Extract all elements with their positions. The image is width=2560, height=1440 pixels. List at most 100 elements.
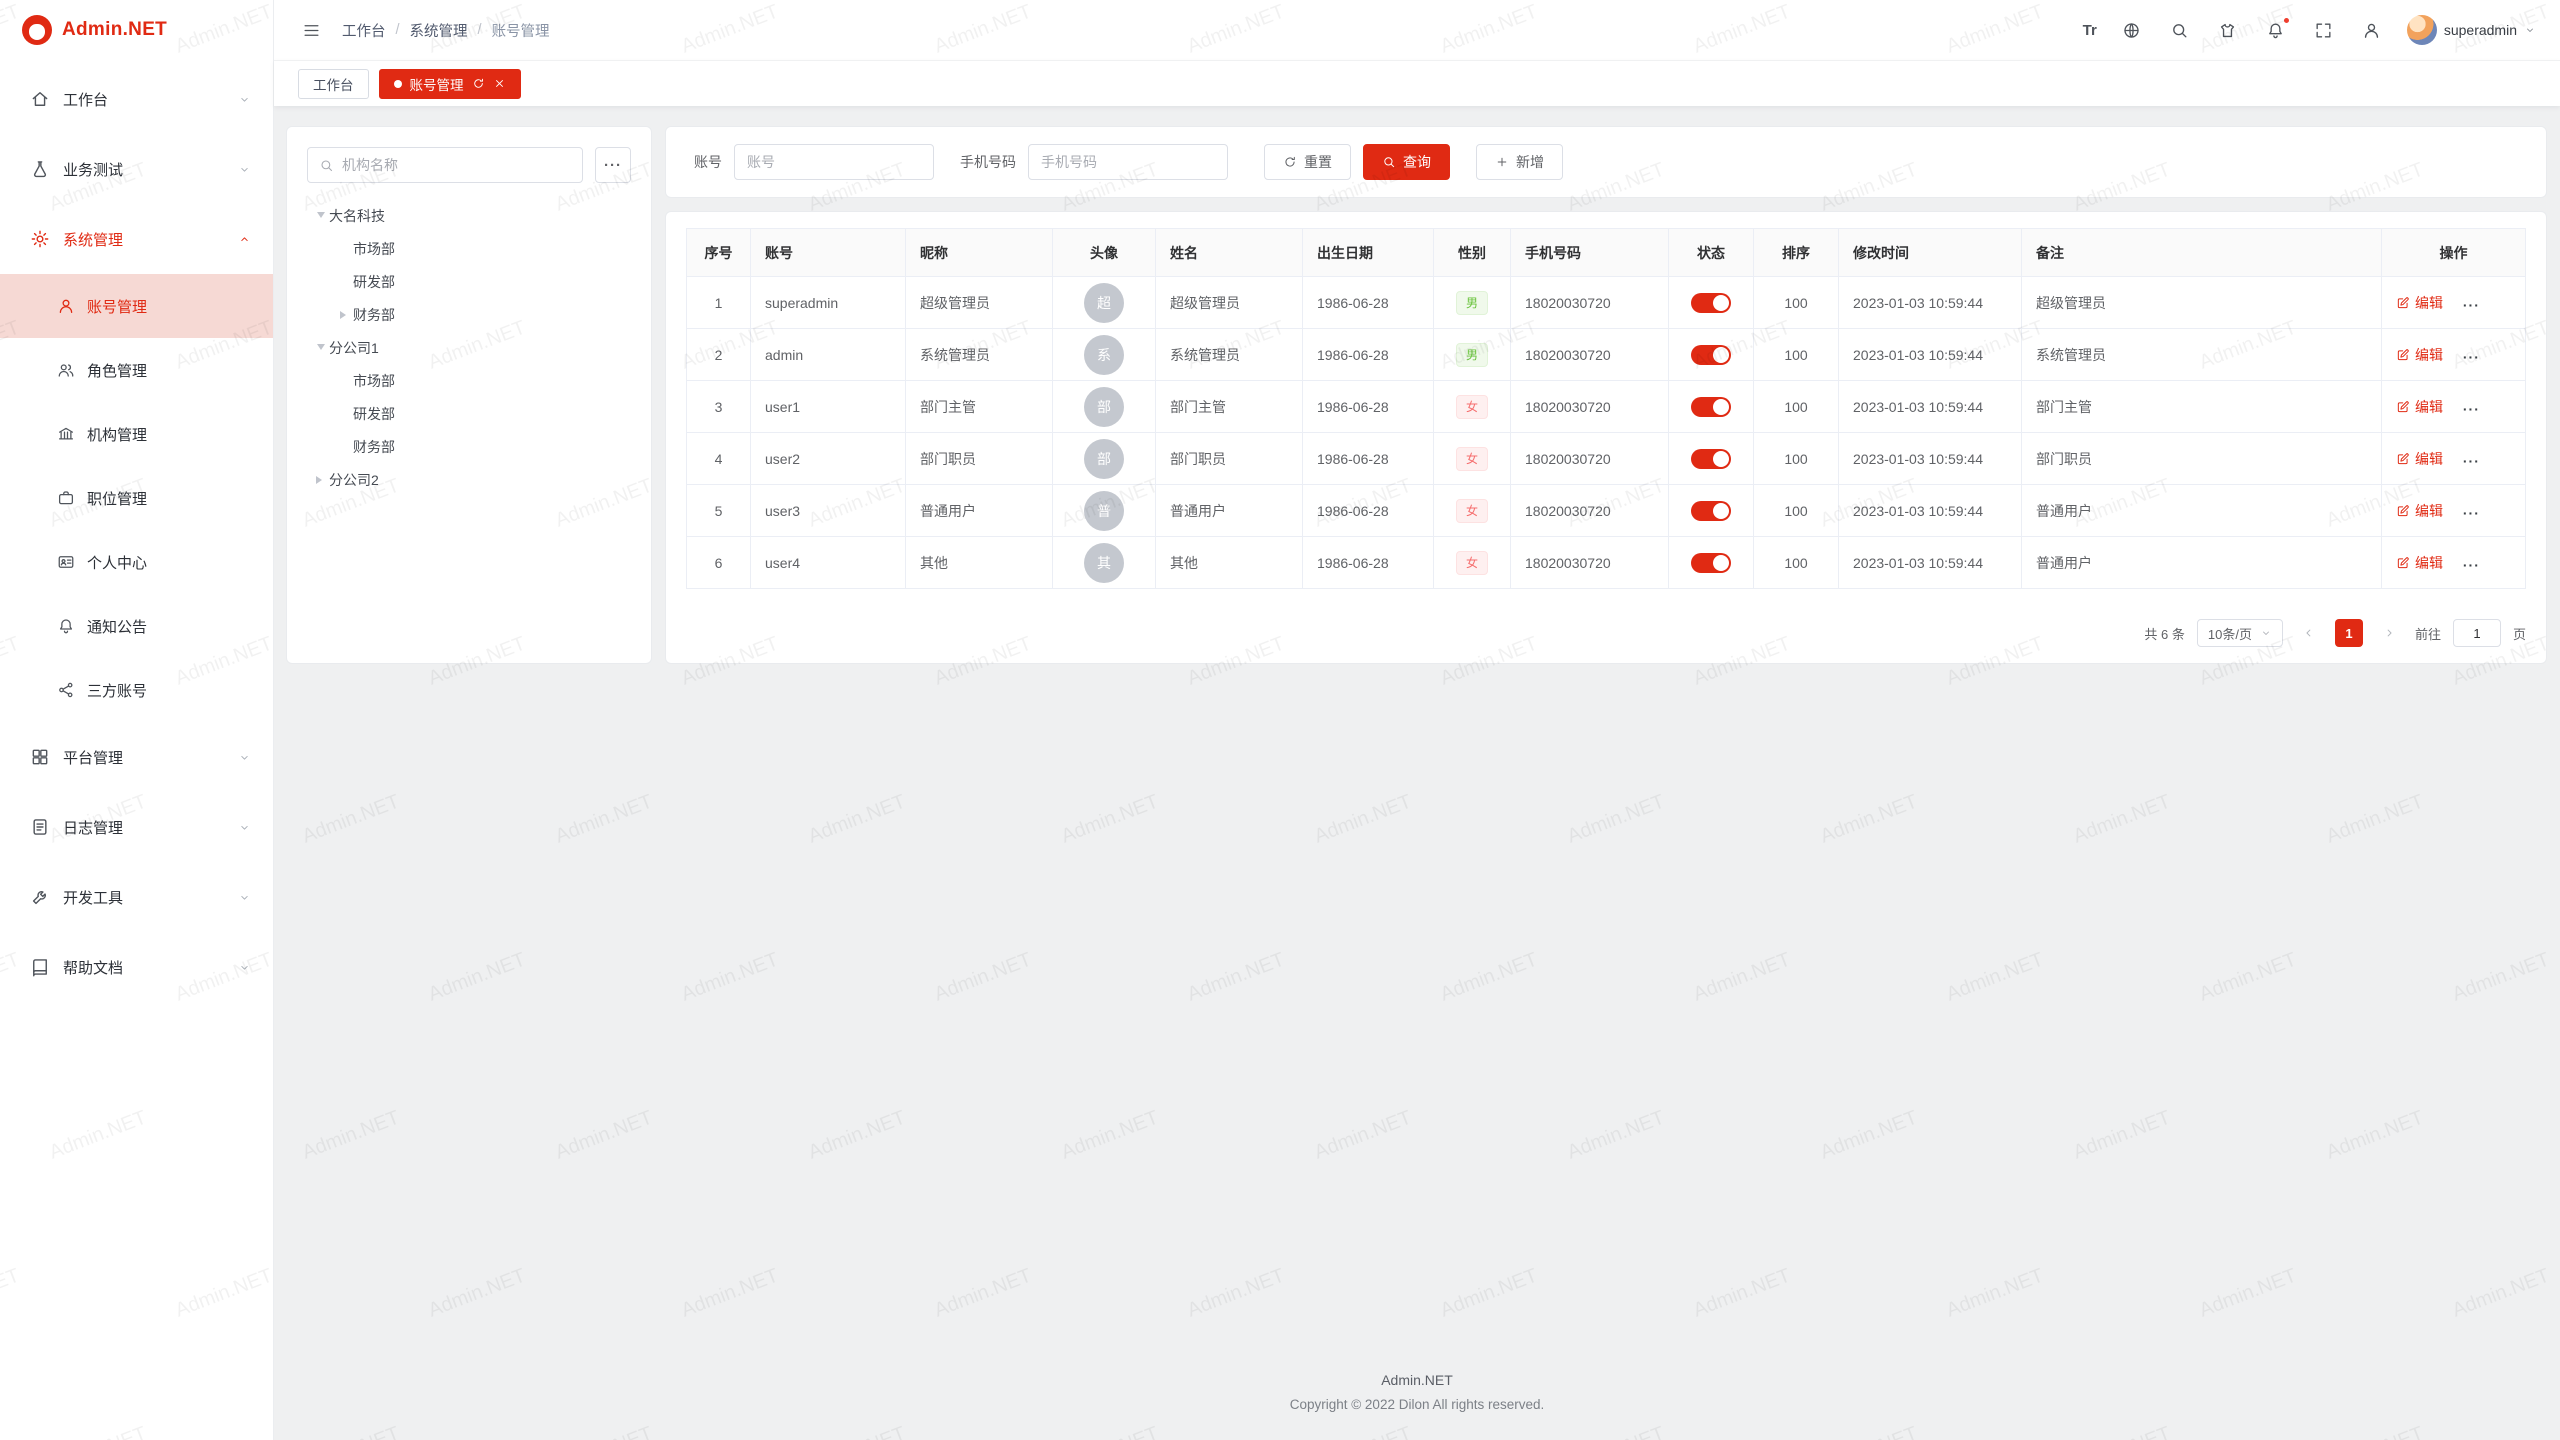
- tab-account-management[interactable]: 账号管理: [379, 69, 521, 99]
- users-icon: [57, 361, 75, 379]
- cell-status: [1669, 433, 1754, 485]
- tab-workbench[interactable]: 工作台: [298, 69, 369, 99]
- sidebar-subitem-label: 机构管理: [87, 424, 147, 445]
- more-actions-button[interactable]: ···: [2463, 453, 2480, 469]
- edit-icon: [2396, 348, 2410, 362]
- user-menu[interactable]: superadmin: [2407, 15, 2536, 45]
- theme-settings-button[interactable]: [2215, 17, 2241, 43]
- edit-button[interactable]: 编辑: [2396, 553, 2443, 573]
- page-size-select[interactable]: 10条/页: [2197, 619, 2283, 647]
- edit-button[interactable]: 编辑: [2396, 397, 2443, 417]
- language-icon[interactable]: [2119, 17, 2145, 43]
- search-icon: [1382, 155, 1396, 169]
- goto-page-input[interactable]: [2453, 619, 2501, 647]
- sidebar-subitem-label: 角色管理: [87, 360, 147, 381]
- org-more-button[interactable]: ···: [595, 147, 631, 183]
- tree-node[interactable]: 分公司2: [307, 463, 631, 496]
- sidebar-subitem-organization[interactable]: 机构管理: [0, 402, 273, 466]
- tree-node[interactable]: 财务部: [307, 298, 631, 331]
- sidebar-item-docs[interactable]: 帮助文档: [0, 932, 273, 1002]
- tree-node-label: 研发部: [353, 404, 395, 424]
- sidebar-item-devtools[interactable]: 开发工具: [0, 862, 273, 932]
- sidebar-item-business-test[interactable]: 业务测试: [0, 134, 273, 204]
- cell-phone: 18020030720: [1511, 381, 1669, 433]
- prev-page-button[interactable]: [2295, 619, 2323, 647]
- cell-nickname: 普通用户: [906, 485, 1053, 537]
- table-panel: 序号 账号 昵称 头像 姓名 出生日期 性别 手机号码 状态 排序 修改时间: [665, 211, 2547, 664]
- cell-phone: 18020030720: [1511, 329, 1669, 381]
- more-actions-button[interactable]: ···: [2463, 401, 2480, 417]
- status-toggle[interactable]: [1691, 345, 1731, 365]
- status-toggle[interactable]: [1691, 293, 1731, 313]
- profile-button[interactable]: [2359, 17, 2385, 43]
- cell-seq: 2: [687, 329, 751, 381]
- row-avatar: 部: [1084, 439, 1124, 479]
- notification-badge: [2283, 17, 2290, 24]
- tree-node[interactable]: 市场部: [307, 232, 631, 265]
- next-page-button[interactable]: [2375, 619, 2403, 647]
- notifications-button[interactable]: [2263, 17, 2289, 43]
- chevron-down-icon: [238, 751, 251, 764]
- edit-button[interactable]: 编辑: [2396, 449, 2443, 469]
- edit-button[interactable]: 编辑: [2396, 345, 2443, 365]
- font-size-icon[interactable]: Tr: [2083, 17, 2097, 43]
- sidebar-item-workbench[interactable]: 工作台: [0, 64, 273, 134]
- tree-node[interactable]: 市场部: [307, 364, 631, 397]
- tree-node[interactable]: 财务部: [307, 430, 631, 463]
- breadcrumb-item[interactable]: 系统管理: [410, 20, 468, 41]
- chevron-down-icon: [238, 93, 251, 106]
- status-toggle[interactable]: [1691, 449, 1731, 469]
- sidebar-item-logs[interactable]: 日志管理: [0, 792, 273, 862]
- edit-icon: [2396, 556, 2410, 570]
- more-actions-button[interactable]: ···: [2463, 557, 2480, 573]
- org-search-input[interactable]: [342, 157, 571, 173]
- tree-node[interactable]: 研发部: [307, 265, 631, 298]
- sidebar-item-label: 平台管理: [63, 747, 123, 768]
- sidebar-subitem-thirdparty[interactable]: 三方账号: [0, 658, 273, 722]
- collapse-menu-button[interactable]: [298, 17, 324, 43]
- edit-button[interactable]: 编辑: [2396, 293, 2443, 313]
- sidebar-subitem-position[interactable]: 职位管理: [0, 466, 273, 530]
- fullscreen-button[interactable]: [2311, 17, 2337, 43]
- sidebar-subitem-profile[interactable]: 个人中心: [0, 530, 273, 594]
- status-toggle[interactable]: [1691, 397, 1731, 417]
- sidebar-subitem-role[interactable]: 角色管理: [0, 338, 273, 402]
- edit-icon: [2396, 400, 2410, 414]
- col-account: 账号: [751, 229, 906, 277]
- phone-filter-input[interactable]: [1028, 144, 1228, 180]
- tab-label: 工作台: [313, 74, 354, 94]
- breadcrumb-item[interactable]: 工作台: [342, 20, 386, 41]
- page-number-button[interactable]: 1: [2335, 619, 2363, 647]
- more-actions-button[interactable]: ···: [2463, 297, 2480, 313]
- cell-nickname: 部门职员: [906, 433, 1053, 485]
- sidebar-subitem-notice[interactable]: 通知公告: [0, 594, 273, 658]
- cell-status: [1669, 329, 1754, 381]
- chevron-down-icon: [2524, 24, 2536, 36]
- account-filter-input[interactable]: [734, 144, 934, 180]
- tree-node[interactable]: 分公司1: [307, 331, 631, 364]
- sidebar-item-platform[interactable]: 平台管理: [0, 722, 273, 792]
- table-row: 6 user4 其他 其 其他 1986-06-28 女 18020030720: [687, 537, 2526, 589]
- sidebar-subitem-account[interactable]: 账号管理: [0, 274, 273, 338]
- status-toggle[interactable]: [1691, 553, 1731, 573]
- logo[interactable]: Admin.NET: [0, 0, 273, 60]
- edit-button-label: 编辑: [2415, 397, 2443, 417]
- search-button[interactable]: 查询: [1363, 144, 1450, 180]
- sidebar-subitem-label: 职位管理: [87, 488, 147, 509]
- close-icon[interactable]: [493, 77, 506, 90]
- more-actions-button[interactable]: ···: [2463, 505, 2480, 521]
- status-toggle[interactable]: [1691, 501, 1731, 521]
- globe-icon: [2122, 21, 2141, 40]
- add-button[interactable]: 新增: [1476, 144, 1563, 180]
- tree-node[interactable]: 大名科技: [307, 199, 631, 232]
- reset-button[interactable]: 重置: [1264, 144, 1351, 180]
- edit-button[interactable]: 编辑: [2396, 501, 2443, 521]
- pagination-total: 共 6 条: [2144, 624, 2184, 643]
- sidebar-item-system-management[interactable]: 系统管理: [0, 204, 273, 274]
- tree-node[interactable]: 研发部: [307, 397, 631, 430]
- cell-phone: 18020030720: [1511, 537, 1669, 589]
- refresh-icon[interactable]: [472, 77, 485, 90]
- more-actions-button[interactable]: ···: [2463, 349, 2480, 365]
- cell-name: 其他: [1156, 537, 1303, 589]
- search-menu-button[interactable]: [2167, 17, 2193, 43]
